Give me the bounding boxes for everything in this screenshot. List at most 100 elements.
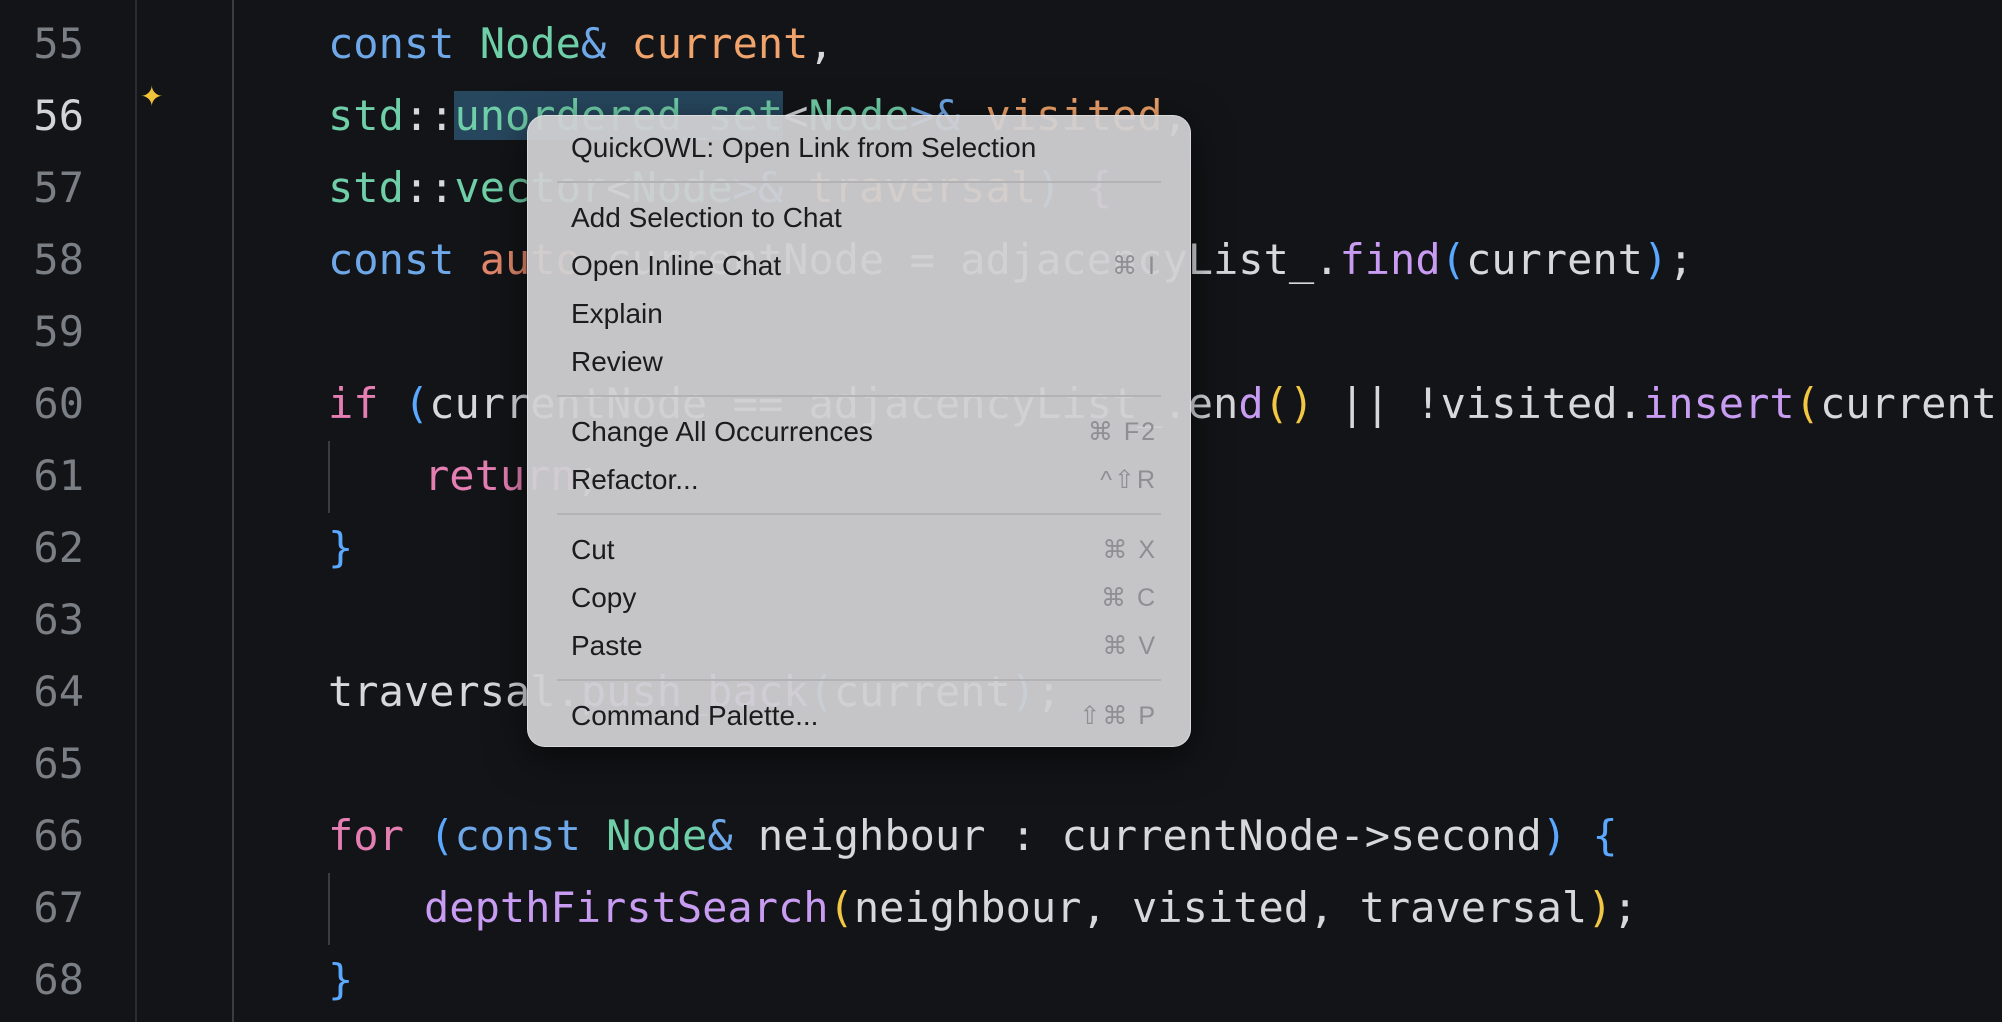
code-token: traversal	[328, 667, 556, 716]
menu-item-review[interactable]: Review	[541, 339, 1177, 385]
code-text: for (const Node& neighbour : currentNode…	[328, 800, 1618, 872]
code-token: &	[707, 811, 758, 860]
code-token: visited	[1440, 379, 1618, 428]
code-token: ()	[1263, 379, 1315, 428]
code-token: std	[328, 163, 404, 212]
code-token: Node	[606, 811, 708, 860]
shortcut-hint: ⌘ X	[1102, 536, 1157, 564]
code-token: if	[328, 379, 404, 428]
code-line[interactable]: 55 const Node& current,	[0, 8, 2002, 80]
line-number: 56	[33, 91, 84, 140]
code-token: find	[1339, 235, 1441, 284]
menu-item-open-inline-chat[interactable]: Open Inline Chat ⌘ I	[541, 243, 1177, 289]
menu-item-label: Add Selection to Chat	[571, 202, 842, 233]
code-token: || !	[1314, 379, 1441, 428]
shortcut-hint: ^⇧R	[1100, 466, 1157, 494]
menu-separator	[557, 679, 1161, 681]
code-token: )	[1642, 235, 1669, 284]
code-token: d	[1238, 379, 1264, 428]
code-token: ,	[808, 19, 834, 68]
line-number: 57	[33, 163, 84, 212]
code-token: .	[1617, 379, 1643, 428]
shortcut-hint: ⌘ I	[1112, 252, 1157, 280]
line-number: 66	[33, 811, 84, 860]
menu-item-label: Review	[571, 346, 663, 377]
code-token: const	[328, 19, 480, 68]
shortcut-hint: ⌘ V	[1102, 632, 1157, 660]
code-token: Node	[479, 19, 581, 68]
code-token: (	[403, 379, 430, 428]
code-token: for	[328, 811, 430, 860]
menu-item-label: Explain	[571, 298, 663, 329]
menu-item-quickowl-open-link-from-selection[interactable]: QuickOWL: Open Link from Selection	[541, 125, 1177, 171]
code-token: current	[1465, 235, 1643, 284]
code-token: ;	[1612, 883, 1638, 932]
code-token: }	[328, 955, 354, 1004]
menu-item-label: Cut	[571, 534, 615, 565]
shortcut-hint: ⌘ F2	[1087, 418, 1157, 446]
menu-item-refactor[interactable]: Refactor... ^⇧R	[541, 457, 1177, 503]
code-token: std	[328, 91, 404, 140]
code-token: )	[1587, 883, 1613, 932]
code-line[interactable]: 66 for (const Node& neighbour : currentNo…	[0, 800, 2002, 872]
line-number: 55	[33, 19, 84, 68]
code-text: const Node& current,	[328, 8, 834, 80]
code-token: (	[828, 883, 854, 932]
menu-item-label: Change All Occurrences	[571, 416, 873, 447]
line-number: 68	[33, 955, 84, 1004]
menu-item-add-selection-to-chat[interactable]: Add Selection to Chat	[541, 195, 1177, 241]
menu-separator	[557, 181, 1161, 183]
code-token: }	[328, 523, 354, 572]
line-number: 59	[33, 307, 84, 356]
line-number: 58	[33, 235, 84, 284]
shortcut-hint: ⇧⌘ P	[1079, 702, 1157, 730]
menu-item-label: Command Palette...	[571, 700, 819, 731]
menu-item-label: Open Inline Chat	[571, 250, 782, 281]
line-number: 60	[33, 379, 84, 428]
menu-item-label: QuickOWL: Open Link from Selection	[571, 132, 1037, 163]
line-number: 62	[33, 523, 84, 572]
menu-item-label: Refactor...	[571, 464, 699, 495]
code-text: }	[328, 944, 353, 1016]
code-token: current	[1819, 379, 1997, 428]
code-text: }	[328, 512, 353, 584]
line-number: 61	[33, 451, 84, 500]
code-token: const	[328, 235, 480, 284]
context-menu: QuickOWL: Open Link from Selection Add Se…	[527, 115, 1191, 747]
code-token: (	[429, 811, 455, 860]
code-token: _	[1288, 235, 1315, 284]
code-token: const	[454, 811, 607, 860]
code-token: (	[1440, 235, 1466, 284]
menu-separator	[557, 395, 1161, 397]
menu-separator	[557, 513, 1161, 515]
menu-item-copy[interactable]: Copy ⌘ C	[541, 575, 1177, 621]
code-token: ;	[1668, 235, 1694, 284]
shortcut-hint: ⌘ C	[1101, 584, 1157, 612]
code-line[interactable]: 68}	[0, 944, 2002, 1016]
code-token: ::	[403, 91, 455, 140]
code-token: neighbour, visited, traversal	[853, 883, 1588, 932]
code-token: .	[1314, 235, 1340, 284]
code-line[interactable]: 67 depthFirstSearch(neighbour, visited, t…	[0, 872, 2002, 944]
line-number: 65	[33, 739, 84, 788]
code-token: current	[631, 19, 809, 68]
code-token: ::	[403, 163, 455, 212]
code-token: insert	[1642, 379, 1795, 428]
code-token: neighbour : currentNode->second	[757, 811, 1542, 860]
menu-item-label: Copy	[571, 582, 637, 613]
menu-item-paste[interactable]: Paste ⌘ V	[541, 623, 1177, 669]
menu-item-cut[interactable]: Cut ⌘ X	[541, 527, 1177, 573]
code-token: (	[1794, 379, 1820, 428]
menu-item-command-palette[interactable]: Command Palette... ⇧⌘ P	[541, 693, 1177, 739]
line-number: 63	[33, 595, 84, 644]
menu-item-change-all-occurrences[interactable]: Change All Occurrences ⌘ F2	[541, 409, 1177, 455]
code-token: &	[580, 19, 632, 68]
line-number: 64	[33, 667, 84, 716]
menu-item-label: Paste	[571, 630, 643, 661]
code-token: depthFirstSearch	[424, 883, 829, 932]
code-token: {	[1592, 811, 1618, 860]
menu-item-explain[interactable]: Explain	[541, 291, 1177, 337]
code-token: )	[1541, 811, 1593, 860]
line-number: 67	[33, 883, 84, 932]
code-token: )	[1997, 379, 2002, 428]
